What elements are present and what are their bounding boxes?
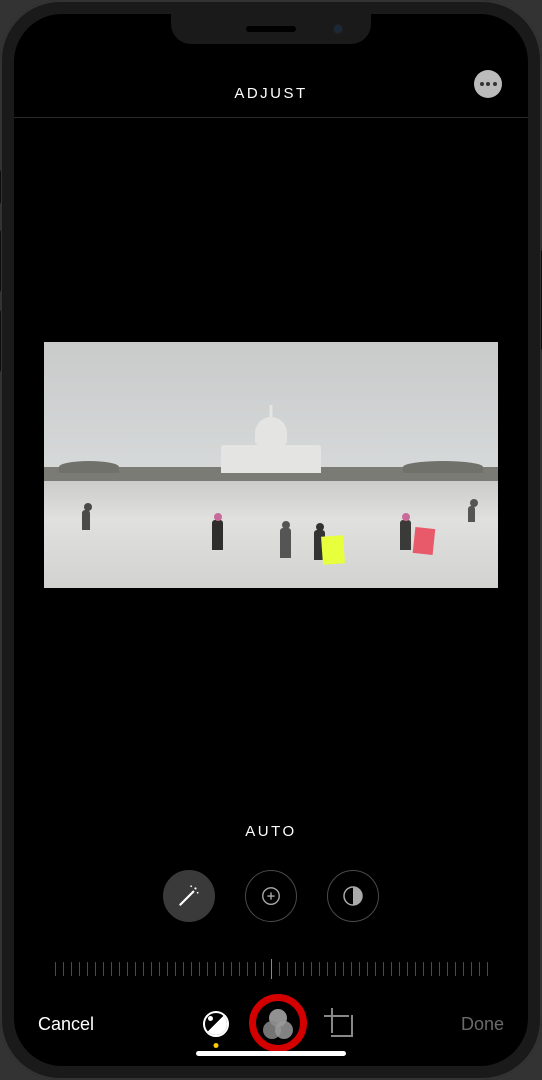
volume-up-button (0, 230, 1, 292)
magic-wand-icon (176, 883, 202, 909)
brilliance-dial[interactable] (327, 870, 379, 922)
more-options-button[interactable] (474, 70, 502, 98)
active-indicator-dot (213, 1043, 218, 1048)
filters-icon (263, 1009, 293, 1039)
home-indicator[interactable] (196, 1051, 346, 1056)
screen: ADJUST AUTO (14, 14, 528, 1066)
adjust-tab[interactable] (200, 1008, 232, 1040)
header-title: ADJUST (234, 85, 307, 102)
auto-enhance-dial[interactable] (163, 870, 215, 922)
exposure-icon (260, 885, 282, 907)
exposure-dial[interactable] (245, 870, 297, 922)
silence-switch (0, 170, 1, 204)
value-ruler[interactable] (34, 950, 508, 988)
crop-tab[interactable] (324, 1008, 356, 1040)
volume-down-button (0, 310, 1, 372)
cancel-button[interactable]: Cancel (38, 1014, 94, 1035)
adjust-icon (203, 1011, 229, 1037)
device-frame: ADJUST AUTO (0, 0, 542, 1080)
filters-tab[interactable] (262, 1008, 294, 1040)
photo-preview[interactable] (44, 342, 498, 588)
editor-mode-tabs (200, 1008, 356, 1040)
done-button[interactable]: Done (461, 1014, 504, 1035)
adjustment-dials-row (14, 870, 528, 942)
photo-preview-area (14, 118, 528, 811)
notch (171, 14, 371, 44)
current-tool-label: AUTO (14, 811, 528, 870)
contrast-icon (341, 884, 365, 908)
front-camera (333, 24, 343, 34)
crop-icon (327, 1011, 353, 1037)
speaker-grille (246, 26, 296, 32)
capitol-building (221, 445, 321, 473)
